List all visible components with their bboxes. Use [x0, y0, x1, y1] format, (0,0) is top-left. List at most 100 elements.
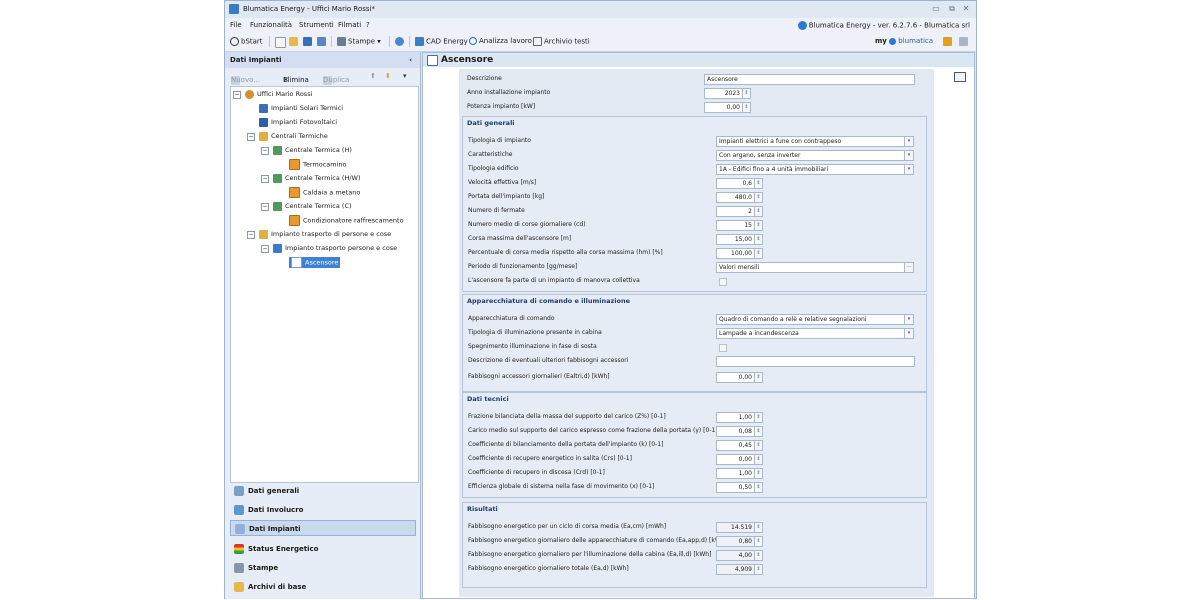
tree-node-centrale-c[interactable]: − Centrale Termica (C) [261, 201, 352, 212]
collapse-icon[interactable]: − [247, 231, 255, 239]
analizza-button[interactable]: Analizza lavoro [469, 37, 532, 45]
descrizione-accessori-input[interactable] [716, 356, 915, 367]
move-up-icon[interactable]: ⬆ [370, 72, 376, 80]
dropdown-arrow-icon[interactable]: ▾ [904, 328, 914, 339]
nav-dati-impianti[interactable]: Dati Impianti [230, 520, 416, 536]
save-button[interactable] [303, 37, 314, 46]
plant-icon [235, 524, 245, 534]
corse-input[interactable]: 15 [716, 220, 755, 231]
tree-node-ascensore[interactable]: Ascensore [289, 257, 341, 268]
nav-stampe[interactable]: Stampe [230, 560, 416, 576]
spinner[interactable]: ⇕ [754, 454, 763, 465]
myblumatica-logo[interactable]: my blumatica [875, 37, 933, 45]
anno-spinner[interactable]: ⇕ [742, 88, 751, 99]
tree-node-project[interactable]: − Uffici Mario Rossi [233, 89, 312, 100]
tree-node-trasporto[interactable]: − Impianto trasporto persone e cose [261, 243, 397, 254]
spinner[interactable]: ⇕ [754, 220, 763, 231]
spinner[interactable]: ⇕ [754, 234, 763, 245]
collapse-panel-icon[interactable] [954, 72, 966, 82]
tree-node-termocamino[interactable]: Termocamino [289, 159, 347, 170]
fermate-input[interactable]: 2 [716, 206, 755, 217]
nav-dati-involucro[interactable]: Dati Involucro [230, 502, 416, 518]
anno-input[interactable]: 2023 [704, 88, 743, 99]
comando-select[interactable]: Quadro di comando a relè e relative segn… [716, 314, 905, 325]
collapse-icon[interactable]: − [261, 147, 269, 155]
update-button[interactable] [943, 37, 954, 46]
periodo-input[interactable]: Valori mensili [716, 262, 905, 273]
tecnici-input[interactable]: 0,00 [716, 454, 755, 465]
manovra-checkbox[interactable] [719, 278, 727, 286]
illuminazione-select[interactable]: Lampade a incandescenza [716, 328, 905, 339]
tree-node-fotovoltaici[interactable]: Impianti Fotovoltaici [259, 117, 337, 128]
spinner[interactable]: ⇕ [754, 178, 763, 189]
menu-funzionalita[interactable]: Funzionalità [250, 21, 292, 29]
tree-node-trasporto-folder[interactable]: − Impianto trasporto di persone e cose [247, 229, 391, 240]
nav-status-energetico[interactable]: Status Energetico [230, 541, 416, 557]
menu-help[interactable]: ? [366, 21, 370, 29]
potenza-input[interactable]: 0,00 [704, 102, 743, 113]
dropdown-arrow-icon[interactable]: ▾ [904, 136, 914, 147]
fabbisogni-input[interactable]: 0,00 [716, 372, 755, 383]
more-dropdown-icon[interactable]: ▾ [403, 72, 407, 80]
tecnici-input[interactable]: 0,50 [716, 482, 755, 493]
nav-archivi[interactable]: Archivi di base [230, 579, 416, 595]
caratteristiche-select[interactable]: Con argano, senza inverter [716, 150, 905, 161]
dropdown-arrow-icon[interactable]: ▾ [904, 164, 914, 175]
nav-dati-generali[interactable]: Dati generali [230, 483, 416, 499]
minimize-icon[interactable]: ▭ [930, 4, 942, 14]
dropdown-arrow-icon[interactable]: ▾ [904, 314, 914, 325]
tree-node-centrale-hw[interactable]: − Centrale Termica (H/W) [261, 173, 361, 184]
tecnici-input[interactable]: 0,08 [716, 426, 755, 437]
percentuale-input[interactable]: 100,00 [716, 248, 755, 259]
restore-icon[interactable]: ⧉ [946, 4, 958, 14]
spinner[interactable]: ⇕ [754, 206, 763, 217]
collapse-icon[interactable]: − [247, 133, 255, 141]
collapse-icon[interactable]: − [233, 91, 241, 99]
spinner[interactable]: ⇕ [754, 426, 763, 437]
spinner[interactable]: ⇕ [754, 372, 763, 383]
stampe-button[interactable]: Stampe ▾ [337, 37, 381, 46]
tree-node-centrale-h[interactable]: − Centrale Termica (H) [261, 145, 352, 156]
tree-label: Centrale Termica (H/W) [285, 174, 361, 182]
tipologia-edificio-select[interactable]: 1A - Edifici fino a 4 unità immobiliari [716, 164, 905, 175]
collapse-chevron-icon[interactable]: ‹ [409, 52, 412, 68]
menu-strumenti[interactable]: Strumenti [299, 21, 334, 29]
tree-node-solari[interactable]: Impianti Solari Termici [259, 103, 343, 114]
close-icon[interactable]: ✕ [960, 4, 972, 14]
spinner[interactable]: ⇕ [754, 482, 763, 493]
spinner[interactable]: ⇕ [754, 468, 763, 479]
spinner[interactable]: ⇕ [754, 440, 763, 451]
tipologia-impianto-select[interactable]: Impianti elettrici a fune con contrappes… [716, 136, 905, 147]
collapse-icon[interactable]: − [261, 245, 269, 253]
tree-node-centrali[interactable]: − Centrali Termiche [247, 131, 328, 142]
open-button[interactable] [289, 37, 300, 46]
spinner[interactable]: ⇕ [754, 412, 763, 423]
cad-energy-button[interactable]: CAD Energy [415, 37, 468, 46]
tecnici-input[interactable]: 1,00 [716, 468, 755, 479]
info-button[interactable] [959, 37, 970, 46]
potenza-spinner[interactable]: ⇕ [742, 102, 751, 113]
tree-node-condizionatore[interactable]: Condizionatore raffrescamento [289, 215, 404, 226]
velocita-input[interactable]: 0,6 [716, 178, 755, 189]
portata-input[interactable]: 480,0 [716, 192, 755, 203]
spinner[interactable]: ⇕ [754, 192, 763, 203]
menu-file[interactable]: File [230, 21, 242, 29]
corsa-max-input[interactable]: 15,00 [716, 234, 755, 245]
collapse-icon[interactable]: − [261, 203, 269, 211]
spinner[interactable]: ⇕ [754, 248, 763, 259]
collapse-icon[interactable]: − [261, 175, 269, 183]
tecnici-input[interactable]: 1,00 [716, 412, 755, 423]
ellipsis-icon[interactable]: ··· [904, 262, 914, 273]
settings-button[interactable] [395, 37, 406, 46]
bstart-button[interactable]: bStart [230, 37, 263, 46]
descrizione-input[interactable]: Ascensore [704, 74, 915, 85]
save-as-button[interactable] [317, 37, 328, 46]
new-file-button[interactable] [275, 37, 288, 48]
move-icon[interactable]: ⬍ [385, 72, 391, 80]
menu-filmati[interactable]: Filmati [338, 21, 361, 29]
tree-node-caldaia[interactable]: Caldaia a metano [289, 187, 360, 198]
spegnimento-checkbox[interactable] [719, 344, 727, 352]
tecnici-input[interactable]: 0,45 [716, 440, 755, 451]
archivio-button[interactable]: Archivio testi [533, 37, 590, 46]
dropdown-arrow-icon[interactable]: ▾ [904, 150, 914, 161]
